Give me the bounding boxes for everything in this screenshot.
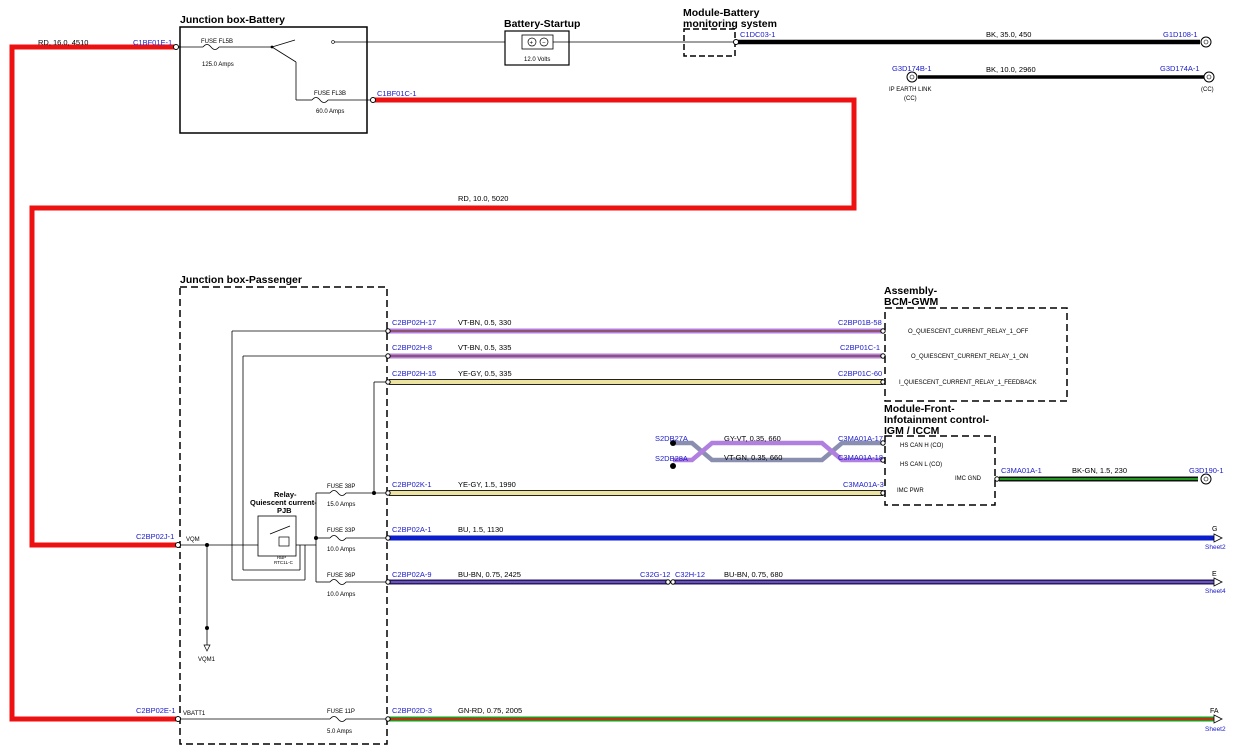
- wire-label-gyvt: GY-VT, 0.35, 660: [724, 434, 781, 443]
- fuse-33p-rating: 10.0 Amps: [327, 547, 355, 553]
- pin-q-fb: I_QUIESCENT_CURRENT_RELAY_1_FEEDBACK: [899, 380, 1037, 386]
- wire-label-rd10: RD, 10.0, 5020: [458, 194, 508, 203]
- wire-label-gnrd: GN-RD, 0.75, 2005: [458, 706, 522, 715]
- connector-s2db28a[interactable]: S2DB28A: [655, 454, 688, 463]
- pin-arrow-icon: [203, 644, 211, 652]
- fuse-11p-rating: 5.0 Amps: [327, 729, 352, 735]
- offpage-fa-sheet[interactable]: Sheet2: [1205, 726, 1226, 733]
- bcm-title-2: BCM-GWM: [884, 296, 938, 308]
- offpage-arrow-icon[interactable]: [1213, 533, 1223, 543]
- relay-box: [257, 515, 297, 557]
- fuse-11p-name: FUSE 11P: [327, 709, 355, 715]
- wire-label-vtbn335: VT-BN, 0.5, 335: [458, 343, 511, 352]
- terminal-icon: [733, 39, 739, 45]
- offpage-g-letter: G: [1212, 526, 1217, 533]
- wire-label-bk35: BK, 35.0, 450: [986, 30, 1031, 39]
- connector-c2bp02j[interactable]: C2BP02J-1: [136, 532, 174, 541]
- module-battery-box: [683, 28, 736, 57]
- connector-c2bp02a1[interactable]: C2BP02A-1: [392, 525, 432, 534]
- offpage-e-sheet[interactable]: Sheet4: [1205, 588, 1226, 595]
- battery-voltage: 12.0 Volts: [524, 57, 550, 63]
- fuse-38p-name: FUSE 38P: [327, 484, 355, 490]
- wire-label-bkgn: BK-GN, 1.5, 230: [1072, 466, 1127, 475]
- pin-can-l: HS CAN L (CO): [900, 462, 942, 468]
- pin-q-on: O_QUIESCENT_CURRENT_RELAY_1_ON: [911, 354, 1028, 360]
- wire-label-bu1130: BU, 1.5, 1130: [458, 525, 503, 534]
- pin-imc-gnd: IMC GND: [955, 476, 982, 482]
- wire-label-rd16: RD, 16.0, 4510: [38, 38, 88, 47]
- relay-coil-icon: [278, 536, 290, 547]
- offpage-arrow-icon[interactable]: [1213, 577, 1223, 587]
- fuse-fl3b-name: FUSE FL3B: [314, 91, 346, 97]
- connector-c2bp02k[interactable]: C2BP02K-1: [392, 480, 432, 489]
- pin-imc-pwr: IMC PWR: [897, 488, 924, 494]
- connector-g3d174a[interactable]: G3D174A-1: [1160, 64, 1200, 73]
- wire-label-vtgn: VT-GN, 0.35, 660: [724, 453, 782, 462]
- fuse-33p-name: FUSE 33P: [327, 528, 355, 534]
- connector-c2bp02e[interactable]: C2BP02E-1: [136, 706, 176, 715]
- offpage-e-letter: E: [1212, 571, 1217, 578]
- fuse-fl5b-rating: 125.0 Amps: [202, 62, 234, 68]
- fuse-fl5b-name: FUSE FL5B: [201, 39, 233, 45]
- connector-c1bf01c[interactable]: C1BF01C-1: [377, 89, 417, 98]
- wire-label-bubn2425: BU-BN, 0.75, 2425: [458, 570, 521, 579]
- connector-c3ma3[interactable]: C3MA01A-3: [843, 480, 884, 489]
- offpage-g-sheet[interactable]: Sheet2: [1205, 544, 1226, 551]
- pin-q-off: O_QUIESCENT_CURRENT_RELAY_1_OFF: [908, 329, 1029, 335]
- pin-vqm1: VQM1: [198, 657, 216, 663]
- connector-c3ma1[interactable]: C3MA01A-1: [1001, 466, 1042, 475]
- wire-label-bk10: BK, 10.0, 2960: [986, 65, 1036, 74]
- wire-label-yegy335: YE-GY, 0.5, 335: [458, 369, 512, 378]
- svg-text:−: −: [542, 41, 546, 47]
- connector-s2db27a[interactable]: S2DB27A: [655, 434, 688, 443]
- connector-c32g[interactable]: C32G-12: [640, 570, 670, 579]
- terminal-icon: [173, 44, 179, 50]
- fuse-36p-rating: 10.0 Amps: [327, 592, 355, 598]
- cc-right-label: (CC): [1201, 87, 1214, 93]
- connector-c2bp02d[interactable]: C2BP02D-3: [392, 706, 432, 715]
- junction-box-passenger-title: Junction box-Passenger: [180, 274, 302, 286]
- connector-c32h[interactable]: C32H-12: [675, 570, 705, 579]
- connector-c2bp02h17[interactable]: C2BP02H-17: [392, 318, 436, 327]
- pin-vqm: VQM: [186, 537, 200, 543]
- wiring-diagram: RD, 16.0, 4510 RD, 10.0, 5020 Junction b…: [9, 7, 1226, 745]
- module-battery-title-2: monitoring system: [683, 18, 777, 30]
- offpage-fa-letter: FA: [1210, 708, 1219, 715]
- relay-title-3: PJB: [277, 506, 292, 515]
- wire-label-vtbn330: VT-BN, 0.5, 330: [458, 318, 511, 327]
- wire-label-bubn680: BU-BN, 0.75, 680: [724, 570, 783, 579]
- ip-earth-label: IP EARTH LINK: [889, 87, 931, 93]
- connector-c2bp02a9[interactable]: C2BP02A-9: [392, 570, 432, 579]
- terminal-icon: [370, 97, 376, 103]
- connector-c3ma18[interactable]: C3MA01A-18: [838, 453, 883, 462]
- terminal-icon: [175, 716, 181, 722]
- junction-box-battery-title: Junction box-Battery: [180, 14, 285, 26]
- offpage-arrow-icon[interactable]: [1213, 714, 1223, 724]
- fuse-38p-rating: 15.0 Amps: [327, 502, 355, 508]
- connector-g1d108[interactable]: G1D108-1: [1163, 30, 1198, 39]
- terminal-icon: [175, 542, 181, 548]
- relay-sub-2: RTC1L-C: [274, 560, 294, 565]
- connector-c1bf01e[interactable]: C1BF01E-1: [133, 38, 172, 47]
- junction-box-passenger: [179, 286, 388, 745]
- fuse-36p-name: FUSE 36P: [327, 573, 355, 579]
- connector-c2bp02h15[interactable]: C2BP02H-15: [392, 369, 436, 378]
- connector-c2bp01c60[interactable]: C2BP01C-60: [838, 369, 882, 378]
- pin-can-h: HS CAN H (CO): [900, 443, 943, 449]
- wire-label-yegy1990: YE-GY, 1.5, 1990: [458, 480, 516, 489]
- connector-c1dc03[interactable]: C1DC03-1: [740, 30, 775, 39]
- connector-c3ma17[interactable]: C3MA01A-17: [838, 434, 883, 443]
- svg-text:+: +: [530, 41, 534, 47]
- connector-c2bp01c1[interactable]: C2BP01C-1: [840, 343, 880, 352]
- cc-left-label: (CC): [904, 96, 917, 102]
- battery-startup-title: Battery-Startup: [504, 18, 580, 30]
- iccm-title-3: IGM / ICCM: [884, 425, 940, 437]
- connector-c2bp01b[interactable]: C2BP01B-58: [838, 318, 882, 327]
- fuse-fl3b-rating: 60.0 Amps: [316, 109, 344, 115]
- connector-g3d174b[interactable]: G3D174B-1: [892, 64, 932, 73]
- connector-c2bp02h8[interactable]: C2BP02H-8: [392, 343, 432, 352]
- pin-vbatt: VBATT1: [183, 711, 206, 717]
